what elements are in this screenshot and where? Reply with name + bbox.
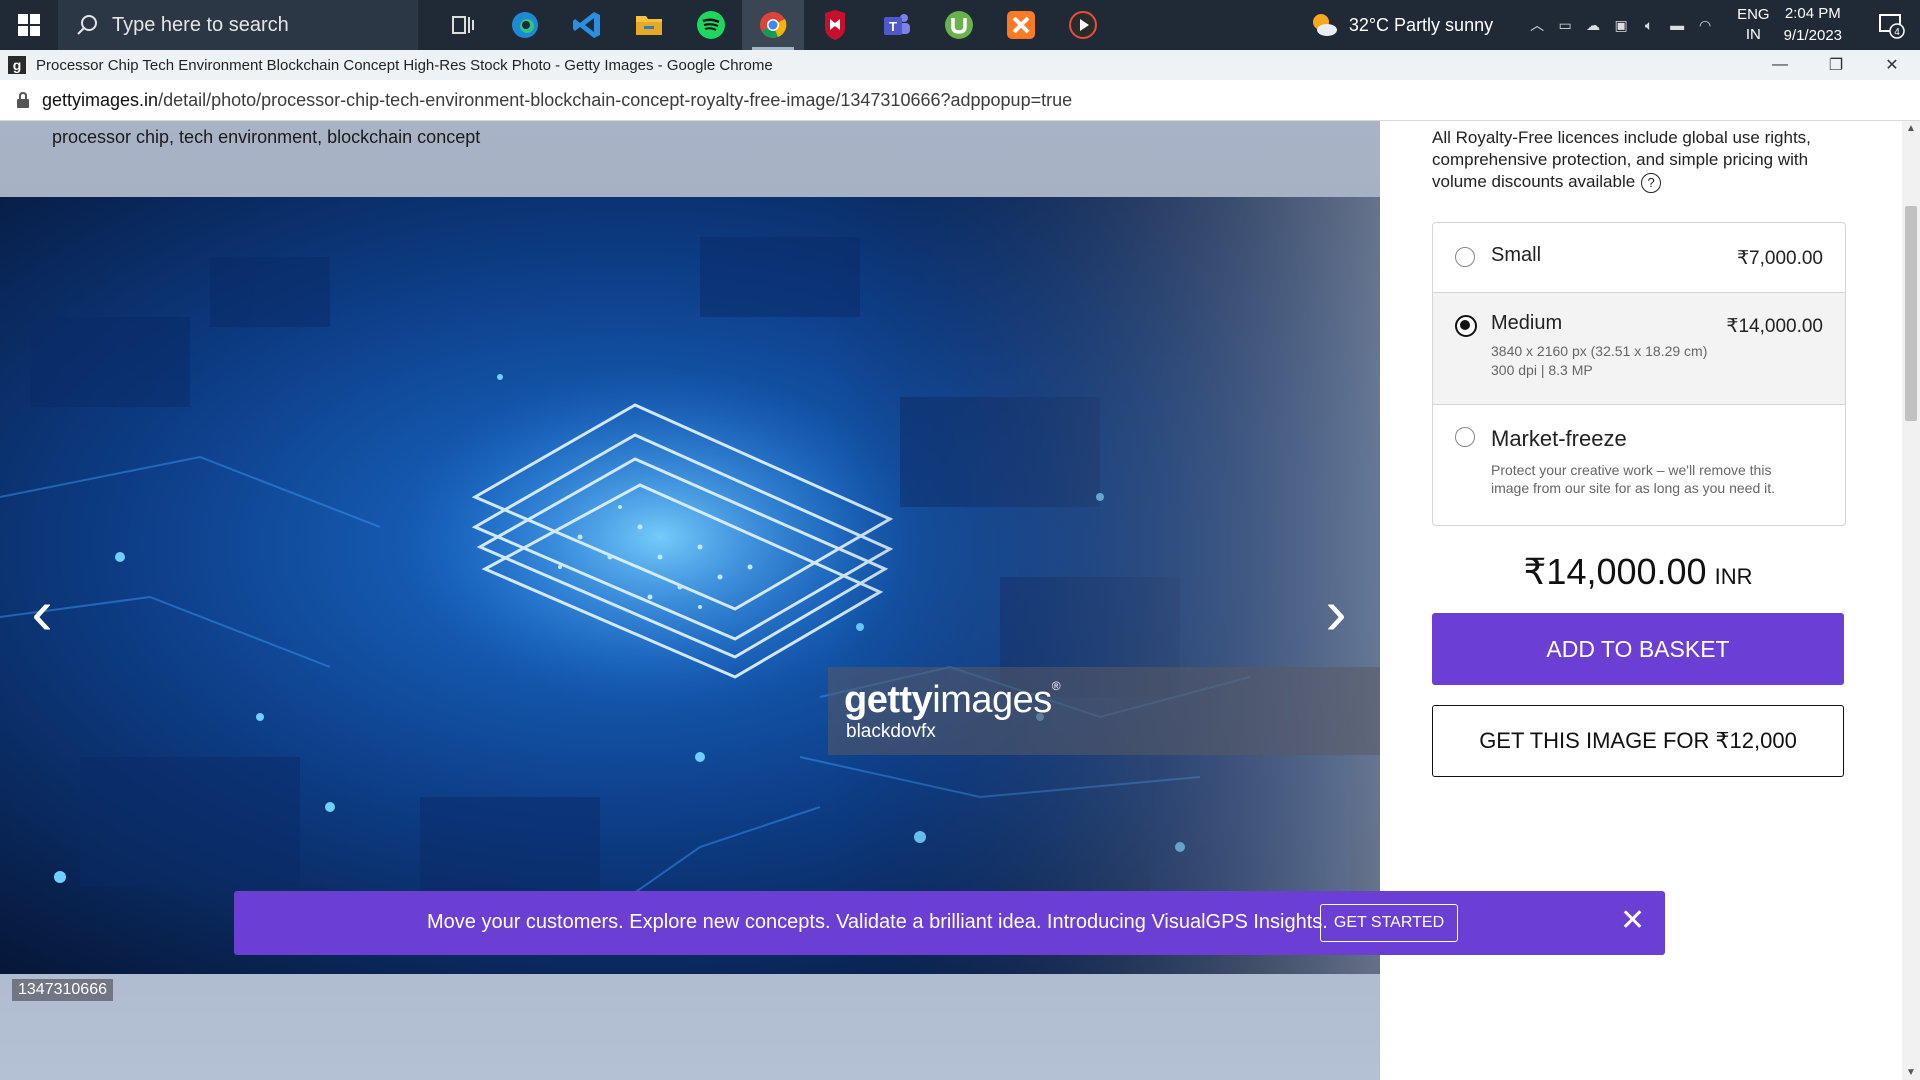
search-placeholder: Type here to search bbox=[112, 13, 289, 36]
lang-top: ENG bbox=[1737, 6, 1770, 23]
spotify-icon[interactable] bbox=[680, 0, 742, 50]
address-bar[interactable]: gettyimages.in/detail/photo/processor-ch… bbox=[0, 80, 1920, 121]
option-market-freeze[interactable]: Market-freeze Protect your creative work… bbox=[1433, 405, 1845, 525]
chrome-icon[interactable] bbox=[742, 0, 804, 50]
url-path: /detail/photo/processor-chip-tech-enviro… bbox=[158, 89, 1073, 110]
minimize-button[interactable]: — bbox=[1752, 50, 1808, 80]
next-image-arrow[interactable]: › bbox=[1316, 580, 1356, 644]
radio-market-freeze[interactable] bbox=[1455, 427, 1475, 447]
browser-titlebar: g Processor Chip Tech Environment Blockc… bbox=[0, 50, 1920, 80]
close-icon[interactable]: ✕ bbox=[1620, 903, 1645, 939]
battery-icon[interactable]: ▬ bbox=[1663, 0, 1691, 50]
teams-icon[interactable]: T bbox=[866, 0, 928, 50]
getty-favicon-icon: g bbox=[8, 56, 26, 74]
battery-saver-icon[interactable]: ▭ bbox=[1551, 0, 1579, 50]
licence-description: All Royalty-Free licences include global… bbox=[1432, 128, 1811, 193]
option-small-label: Small bbox=[1491, 244, 1542, 266]
get-image-button[interactable]: GET THIS IMAGE FOR ₹12,000 bbox=[1432, 705, 1844, 777]
clock-date: 9/1/2023 bbox=[1783, 27, 1842, 44]
start-button[interactable] bbox=[0, 0, 58, 50]
utorrent-icon[interactable] bbox=[928, 0, 990, 50]
option-medium-label: Medium bbox=[1491, 312, 1563, 334]
add-to-basket-button[interactable]: ADD TO BASKET bbox=[1432, 613, 1844, 685]
total-currency: INR bbox=[1714, 564, 1753, 589]
image-caption: processor chip, tech environment, blockc… bbox=[52, 127, 481, 147]
option-medium-resolution: 300 dpi | 8.3 MP bbox=[1491, 362, 1593, 378]
image-id-badge: 1347310666 bbox=[12, 979, 113, 1001]
speaker-icon[interactable]: 🔈︎ bbox=[1635, 0, 1663, 50]
promo-banner: Move your customers. Explore new concept… bbox=[234, 891, 1665, 955]
media-player-icon[interactable] bbox=[1052, 0, 1114, 50]
search-icon bbox=[77, 15, 97, 35]
mcafee-icon[interactable] bbox=[804, 0, 866, 50]
task-view-icon[interactable] bbox=[432, 0, 494, 50]
cloud-icon[interactable]: ☁ bbox=[1579, 0, 1607, 50]
option-market-freeze-description: Protect your creative work – we'll remov… bbox=[1491, 462, 1776, 496]
weather-text: 32°C Partly sunny bbox=[1348, 14, 1494, 35]
get-started-button[interactable]: GET STARTED bbox=[1320, 904, 1458, 942]
scroll-up-arrow[interactable]: ▲ bbox=[1906, 123, 1916, 134]
option-small[interactable]: Small ₹7,000.00 bbox=[1433, 223, 1845, 293]
language-indicator[interactable]: ENG IN bbox=[1737, 5, 1770, 45]
radio-medium[interactable] bbox=[1455, 315, 1477, 337]
clock-time: 2:04 PM bbox=[1784, 5, 1841, 22]
system-tray: 32°C Partly sunny ︿ ▭ ☁ ▣ 🔈︎ ▬ ◠ ENG IN … bbox=[1309, 0, 1920, 50]
option-market-freeze-label: Market-freeze bbox=[1491, 426, 1627, 451]
licence-options: Small ₹7,000.00 Medium ₹14,000.00 3840 x… bbox=[1432, 222, 1846, 526]
lang-bottom: IN bbox=[1745, 26, 1761, 43]
notification-button[interactable]: 4 bbox=[1862, 0, 1920, 50]
svg-text:T: T bbox=[889, 19, 897, 34]
taskbar: Type here to search T 32°C Partly sunny … bbox=[0, 0, 1920, 50]
watermark-logo: gettyimages® bbox=[844, 679, 1061, 721]
option-medium-price: ₹14,000.00 bbox=[1726, 316, 1823, 337]
window-title: Processor Chip Tech Environment Blockcha… bbox=[36, 56, 773, 74]
notification-count: 4 bbox=[1894, 27, 1900, 38]
option-medium[interactable]: Medium ₹14,000.00 3840 x 2160 px (32.51 … bbox=[1433, 293, 1845, 405]
taskbar-search[interactable]: Type here to search bbox=[58, 0, 418, 50]
restore-button[interactable]: ❐ bbox=[1808, 50, 1864, 80]
page-scrollbar[interactable]: ▲ ▼ bbox=[1902, 121, 1920, 1080]
clock[interactable]: 2:04 PM 9/1/2023 bbox=[1784, 3, 1842, 47]
url-host: gettyimages.in bbox=[42, 89, 159, 110]
getty-watermark: gettyimages® blackdovfx bbox=[828, 667, 1380, 755]
scroll-down-arrow[interactable]: ▼ bbox=[1906, 1067, 1916, 1078]
scroll-thumb[interactable] bbox=[1905, 206, 1917, 421]
xampp-icon[interactable] bbox=[990, 0, 1052, 50]
notification-icon: 4 bbox=[1879, 14, 1905, 39]
lock-icon bbox=[17, 92, 29, 108]
chevron-up-icon[interactable]: ︿ bbox=[1523, 0, 1551, 50]
file-explorer-icon[interactable] bbox=[618, 0, 680, 50]
edge-icon[interactable] bbox=[494, 0, 556, 50]
wifi-icon[interactable]: ◠ bbox=[1691, 0, 1719, 50]
stock-photo: ‹ › gettyimages® blackdovfx bbox=[0, 197, 1380, 974]
option-small-price: ₹7,000.00 bbox=[1736, 248, 1823, 269]
previous-image-arrow[interactable]: ‹ bbox=[22, 580, 62, 644]
processor-chip-image bbox=[0, 197, 1380, 974]
radio-small[interactable] bbox=[1455, 247, 1475, 267]
option-medium-dimensions: 3840 x 2160 px (32.51 x 18.29 cm) bbox=[1491, 343, 1708, 359]
promo-text: Move your customers. Explore new concept… bbox=[427, 911, 1328, 933]
total-amount: ₹14,000.00 bbox=[1523, 551, 1707, 592]
vscode-icon[interactable] bbox=[556, 0, 618, 50]
help-icon[interactable]: ? bbox=[1641, 172, 1662, 193]
display-icon[interactable]: ▣ bbox=[1607, 0, 1635, 50]
weather-widget[interactable]: 32°C Partly sunny bbox=[1309, 11, 1493, 39]
close-window-button[interactable]: ✕ bbox=[1864, 50, 1920, 80]
windows-icon bbox=[18, 14, 40, 36]
photographer-credit: blackdovfx bbox=[846, 721, 936, 742]
total-price: ₹14,000.00 INR bbox=[1432, 551, 1844, 593]
partly-sunny-icon bbox=[1312, 14, 1337, 36]
